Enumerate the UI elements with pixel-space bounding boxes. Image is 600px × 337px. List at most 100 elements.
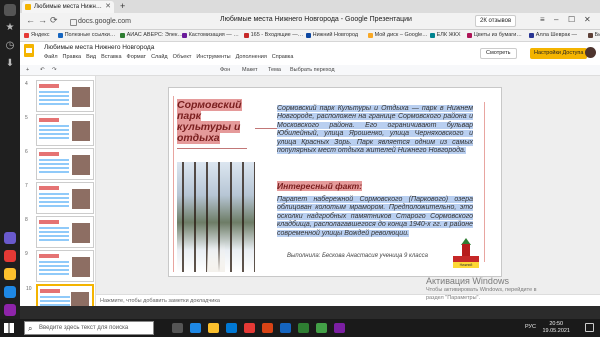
whatsapp-icon[interactable]	[316, 323, 327, 333]
menu-item[interactable]: Вид	[86, 54, 96, 60]
address-bar-row: ← → ⟳ docs.google.com Любимые места Нижн…	[20, 13, 600, 30]
thumb-title-bar	[39, 254, 59, 258]
language-indicator[interactable]: РУС	[525, 324, 536, 330]
slide-border-line	[484, 102, 485, 262]
kremlin-logo-icon[interactable]: Нижний	[453, 238, 479, 268]
edge-icon[interactable]	[190, 323, 201, 333]
powerpoint-icon[interactable]	[262, 323, 273, 333]
toolbar-item[interactable]: Макет	[242, 67, 258, 73]
menu-icon[interactable]: ≡	[540, 15, 545, 24]
slide-thumbnail[interactable]: 10	[26, 284, 94, 306]
author-caption[interactable]: Выполнила: Бескова Анастасия ученица 9 к…	[287, 253, 428, 259]
clock-date: 19.05.2021	[542, 328, 570, 334]
forward-icon[interactable]: →	[38, 15, 47, 25]
messenger-app-icon[interactable]	[4, 286, 16, 298]
browser-sidebar: ★ ◷ ⬇	[0, 0, 20, 319]
menu-item[interactable]: Дополнения	[236, 54, 267, 60]
viber-icon[interactable]	[334, 323, 345, 333]
thumb-text-lines	[40, 296, 70, 306]
document-title[interactable]: Любимые места Нижнего Новгорода	[44, 44, 154, 51]
menu-item[interactable]: Файл	[44, 54, 58, 60]
zen-app-icon[interactable]	[4, 268, 16, 280]
bookmark-item[interactable]: 165 - Входящие —…	[243, 32, 303, 38]
slide-title[interactable]: Сормовский парк культуры и отдыха	[177, 99, 255, 144]
menu-item[interactable]: Справка	[272, 54, 294, 60]
toolbar-item[interactable]: ↷	[52, 67, 57, 73]
favorites-icon[interactable]: ★	[4, 22, 16, 34]
thumb-text-lines	[39, 261, 69, 275]
bookmark-item[interactable]: АИАС АВЕРС: Элек…	[119, 32, 183, 38]
mail-app-icon[interactable]	[4, 250, 16, 262]
share-button[interactable]: Настройки Доступа	[530, 48, 588, 59]
thumb-title-bar	[39, 152, 59, 156]
avatar[interactable]	[585, 47, 596, 58]
bookmark-item[interactable]: Цветы из бумаги…	[466, 32, 522, 38]
bookmark-item[interactable]: Полезные ссылки…	[57, 32, 115, 38]
back-icon[interactable]: ←	[26, 15, 35, 25]
slide-thumbnail[interactable]: 7	[25, 182, 94, 214]
slide-thumbnail[interactable]: 9	[25, 250, 94, 282]
close-window-icon[interactable]: ✕	[584, 15, 591, 24]
toolbar-item[interactable]: +	[26, 67, 29, 73]
excel-icon[interactable]	[298, 323, 309, 333]
bookmark-item[interactable]: Мой диск – Google…	[367, 32, 428, 38]
slide-thumbnail[interactable]: 5	[25, 114, 94, 146]
bookmark-item[interactable]: Алла Шеврак —	[528, 32, 577, 38]
menu-item[interactable]: Вставка	[101, 54, 121, 60]
slide-thumbnail[interactable]: 8	[25, 216, 94, 248]
history-icon[interactable]: ◷	[4, 40, 16, 52]
slide-thumbnail[interactable]: 4	[25, 80, 94, 112]
maximize-icon[interactable]: ☐	[568, 15, 575, 24]
menu-item[interactable]: Правка	[63, 54, 82, 60]
toolbar-item[interactable]: Фон	[220, 67, 230, 73]
slide-filmstrip: 4 5 6 7 8 9 10	[20, 76, 96, 306]
toolbar-item[interactable]: Выбрать переход	[290, 67, 335, 73]
bookmark-item[interactable]: Кастомизация — …	[181, 32, 239, 38]
word-icon[interactable]	[280, 323, 291, 333]
thumb-image	[71, 292, 89, 306]
notifications-icon[interactable]	[585, 323, 594, 332]
toolbar-item[interactable]: Тема	[268, 67, 281, 73]
thumb-text-lines	[39, 227, 69, 241]
toolbar-item[interactable]: ↶	[40, 67, 45, 73]
slides-logo-icon[interactable]	[24, 44, 34, 57]
thumb-image	[72, 87, 90, 107]
fact-heading[interactable]: Интересный факт:	[277, 181, 363, 191]
taskbar-search-input[interactable]: Введите здесь текст для поиска	[24, 321, 154, 335]
thumb-text-lines	[39, 125, 69, 139]
new-tab-button[interactable]: +	[120, 0, 125, 13]
thumb-title-bar	[39, 220, 59, 224]
browser-tab[interactable]: Любимые места Нижн… ✕	[22, 1, 114, 13]
store-icon[interactable]	[226, 323, 237, 333]
close-tab-icon[interactable]: ✕	[105, 1, 111, 13]
slide-thumbnail[interactable]: 6	[25, 148, 94, 180]
menu-item[interactable]: Слайд	[151, 54, 168, 60]
music-app-icon[interactable]	[4, 304, 16, 316]
menu-item[interactable]: Формат	[127, 54, 147, 60]
reviews-badge[interactable]: 2К отзывов	[475, 15, 517, 27]
downloads-icon[interactable]: ⬇	[4, 58, 16, 70]
bookmark-item[interactable]: Нижний Новгород	[305, 32, 358, 38]
home-icon[interactable]	[4, 4, 16, 16]
menu-item[interactable]: Объект	[173, 54, 192, 60]
reload-icon[interactable]: ⟳	[50, 15, 58, 26]
address-field[interactable]: docs.google.com	[70, 16, 160, 27]
bookmark-item[interactable]: Биб	[587, 32, 600, 38]
file-explorer-icon[interactable]	[208, 323, 219, 333]
clock[interactable]: 20:50 19.05.2021	[542, 321, 570, 335]
winter-forest-image[interactable]	[177, 162, 255, 272]
current-slide[interactable]: Сормовский парк культуры и отдыха Сормов…	[168, 87, 502, 277]
bookmark-item[interactable]: ЕЛК ЖКХ	[429, 32, 461, 38]
present-button[interactable]: Смотреть	[480, 48, 517, 59]
alice-icon[interactable]	[4, 232, 16, 244]
windows-start-icon[interactable]	[4, 323, 14, 333]
bookmark-item[interactable]: Яндекс	[24, 32, 50, 38]
fact-text: Парапет набережной Сормовского (Парковог…	[277, 196, 473, 237]
menu-item[interactable]: Инструменты	[196, 54, 230, 60]
minimize-icon[interactable]: –	[554, 15, 558, 24]
fact-text-box[interactable]: Парапет набережной Сормовского (Парковог…	[277, 196, 473, 238]
task-view-icon[interactable]	[172, 323, 183, 333]
description-text: Сормовский парк Культуры и Отдыха — парк…	[277, 105, 473, 155]
yandex-browser-icon[interactable]	[244, 323, 255, 333]
description-text-box[interactable]: Сормовский парк Культуры и Отдыха — парк…	[277, 105, 473, 155]
